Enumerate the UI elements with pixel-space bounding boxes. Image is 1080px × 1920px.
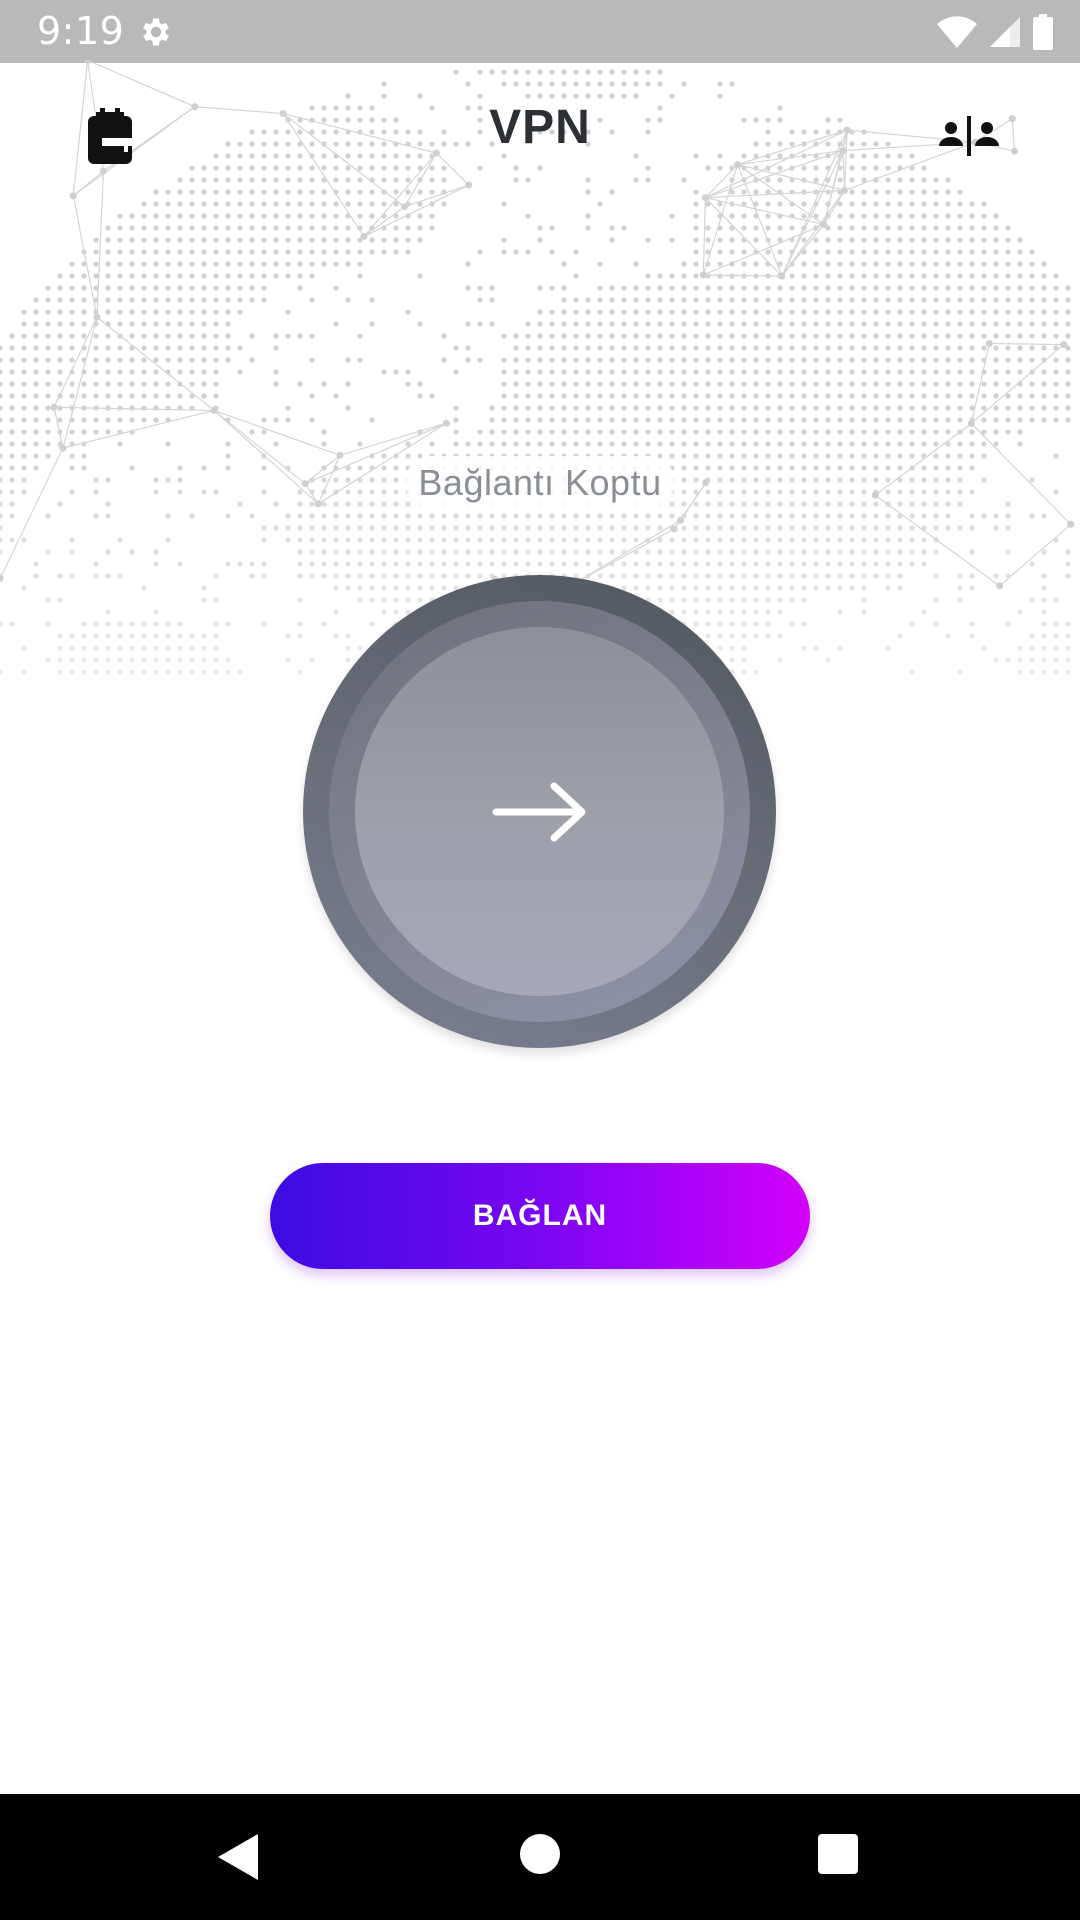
signal-icon	[990, 17, 1020, 47]
arrow-right-icon	[492, 782, 586, 842]
power-button-ring	[329, 601, 750, 1022]
power-button-inner	[355, 627, 724, 996]
app-header: VPN	[0, 90, 1080, 180]
gear-icon	[143, 18, 169, 46]
wifi-icon	[937, 16, 977, 48]
people-split-icon[interactable]	[938, 116, 1000, 156]
status-icons	[936, 12, 1054, 52]
battery-icon	[1033, 14, 1053, 50]
back-triangle-icon[interactable]	[216, 1832, 260, 1882]
connection-status: Bağlantı Koptu	[0, 456, 1080, 509]
navigation-bar	[0, 1794, 1080, 1920]
home-circle-icon[interactable]	[520, 1834, 560, 1874]
page-title: VPN	[489, 101, 591, 154]
status-bar: 9:19	[0, 0, 1080, 63]
recents-square-icon[interactable]	[818, 1834, 858, 1874]
power-toggle-button[interactable]	[303, 575, 776, 1048]
connection-status-text: Bağlantı Koptu	[406, 456, 674, 509]
status-time: 9:19	[37, 9, 125, 53]
connect-button[interactable]: BAĞLAN	[270, 1163, 810, 1269]
